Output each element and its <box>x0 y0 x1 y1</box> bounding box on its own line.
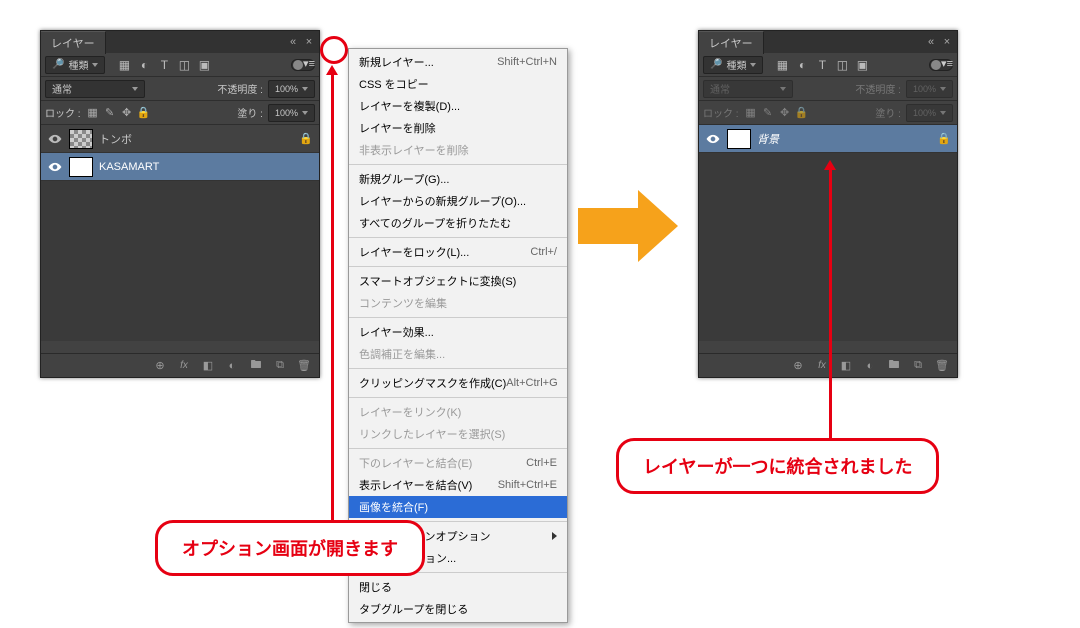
filter-shape-icon[interactable]: ◫ <box>176 57 192 73</box>
menu-item[interactable]: 表示レイヤーを結合(V)Shift+Ctrl+E <box>349 474 567 496</box>
opacity-input: 100% <box>906 80 953 98</box>
menu-item[interactable]: すべてのグループを折りたたむ <box>349 212 567 234</box>
opacity-label: 不透明度 : <box>217 81 263 96</box>
menu-item[interactable]: タブグループを閉じる <box>349 598 567 620</box>
visibility-icon[interactable] <box>47 131 63 147</box>
filter-icons[interactable]: ▦ ◐ T ◫ ▣ <box>116 57 212 73</box>
adjustment-icon[interactable]: ◐ <box>861 360 879 372</box>
mask-icon[interactable]: ◧ <box>199 359 217 372</box>
collapse-icon[interactable]: « <box>925 36 937 48</box>
filter-smart-icon[interactable]: ▣ <box>854 57 870 73</box>
filter-smart-icon[interactable]: ▣ <box>196 57 212 73</box>
panel-header: レイヤー « × <box>699 31 957 53</box>
lock-image-icon[interactable]: ✎ <box>103 106 117 119</box>
panel-footer: ⊕ fx ◧ ◐ 🖿 ⧉ 🗑 <box>41 353 319 377</box>
lock-position-icon: ✥ <box>778 106 792 119</box>
menu-item: 下のレイヤーと結合(E)Ctrl+E <box>349 452 567 474</box>
menu-item: リンクしたレイヤーを選択(S) <box>349 423 567 445</box>
menu-item: コンテンツを編集 <box>349 292 567 314</box>
layer-name[interactable]: 背景 <box>757 131 779 147</box>
fill-label: 塗り : <box>875 105 901 120</box>
filter-type-icon[interactable]: T <box>156 57 172 73</box>
menu-item[interactable]: 新規グループ(G)... <box>349 168 567 190</box>
layer-row[interactable]: トンボ 🔒 <box>41 125 319 153</box>
filter-type-icon[interactable]: T <box>814 57 830 73</box>
menu-item[interactable]: レイヤーからの新規グループ(O)... <box>349 190 567 212</box>
menu-item[interactable]: スマートオブジェクトに変換(S) <box>349 270 567 292</box>
layer-name[interactable]: トンボ <box>99 131 132 147</box>
trash-icon[interactable]: 🗑 <box>295 359 313 372</box>
visibility-icon[interactable] <box>705 131 721 147</box>
panel-options-icon[interactable]: ▾≡ <box>303 57 315 70</box>
fill-input: 100% <box>906 104 953 122</box>
menu-item[interactable]: レイヤー効果... <box>349 321 567 343</box>
adjustment-icon[interactable]: ◐ <box>223 360 241 372</box>
menu-item: 非表示レイヤーを削除 <box>349 139 567 161</box>
lock-all-icon: 🔒 <box>795 106 809 119</box>
menu-item[interactable]: 画像を統合(F) <box>349 496 567 518</box>
fx-icon[interactable]: fx <box>175 360 193 371</box>
menu-item[interactable]: レイヤーをロック(L)...Ctrl+/ <box>349 241 567 263</box>
filter-adjust-icon[interactable]: ◐ <box>794 57 810 73</box>
new-layer-icon[interactable]: ⧉ <box>271 359 289 372</box>
callout-circle <box>320 36 348 64</box>
lock-transparency-icon[interactable]: ▦ <box>86 106 100 119</box>
tab-layers[interactable]: レイヤー <box>41 31 106 54</box>
new-layer-icon[interactable]: ⧉ <box>909 359 927 372</box>
menu-item[interactable]: 閉じる <box>349 576 567 598</box>
callout-right: レイヤーが一つに統合されました <box>616 438 939 494</box>
lock-icon: 🔒 <box>299 132 313 145</box>
menu-item[interactable]: レイヤーを削除 <box>349 117 567 139</box>
menu-item[interactable]: 新規レイヤー...Shift+Ctrl+N <box>349 51 567 73</box>
menu-item[interactable]: クリッピングマスクを作成(C)Alt+Ctrl+G <box>349 372 567 394</box>
filter-pixel-icon[interactable]: ▦ <box>116 57 132 73</box>
link-icon[interactable]: ⊕ <box>151 359 169 372</box>
menu-item[interactable]: レイヤーを複製(D)... <box>349 95 567 117</box>
group-icon[interactable]: 🖿 <box>885 356 903 375</box>
tab-layers[interactable]: レイヤー <box>699 31 764 54</box>
mask-icon[interactable]: ◧ <box>837 359 855 372</box>
layer-thumbnail[interactable] <box>69 129 93 149</box>
blend-mode-select: 通常 <box>703 80 793 98</box>
filter-pixel-icon[interactable]: ▦ <box>774 57 790 73</box>
layer-thumbnail[interactable] <box>69 157 93 177</box>
lock-position-icon[interactable]: ✥ <box>120 106 134 119</box>
trash-icon[interactable]: 🗑 <box>933 359 951 372</box>
filter-adjust-icon[interactable]: ◐ <box>136 57 152 73</box>
opacity-input[interactable]: 100% <box>268 80 315 98</box>
visibility-icon[interactable] <box>47 159 63 175</box>
filter-type-select[interactable]: 🔎種類 <box>45 56 105 74</box>
lock-all-icon[interactable]: 🔒 <box>137 106 151 119</box>
menu-item: レイヤーをリンク(K) <box>349 401 567 423</box>
layer-row[interactable]: 背景 🔒 <box>699 125 957 153</box>
menu-item: 色調補正を編集... <box>349 343 567 365</box>
filter-shape-icon[interactable]: ◫ <box>834 57 850 73</box>
lock-label: ロック : <box>45 105 81 120</box>
transition-arrow-icon <box>578 190 678 262</box>
callout-left: オプション画面が開きます <box>155 520 425 576</box>
callout-arrow <box>328 65 338 520</box>
lock-icon: 🔒 <box>937 132 951 145</box>
callout-arrow <box>826 160 836 445</box>
menu-item[interactable]: CSS をコピー <box>349 73 567 95</box>
lock-transparency-icon: ▦ <box>744 106 758 119</box>
fill-input[interactable]: 100% <box>268 104 315 122</box>
close-icon[interactable]: × <box>941 36 953 48</box>
lock-label: ロック : <box>703 105 739 120</box>
layer-name[interactable]: KASAMART <box>99 161 159 173</box>
collapse-icon[interactable]: « <box>287 36 299 48</box>
blend-mode-select[interactable]: 通常 <box>45 80 145 98</box>
filter-icons[interactable]: ▦ ◐ T ◫ ▣ <box>774 57 870 73</box>
group-icon[interactable]: 🖿 <box>247 356 265 375</box>
layer-thumbnail[interactable] <box>727 129 751 149</box>
layer-row[interactable]: KASAMART <box>41 153 319 181</box>
lock-image-icon: ✎ <box>761 106 775 119</box>
close-icon[interactable]: × <box>303 36 315 48</box>
opacity-label: 不透明度 : <box>855 81 901 96</box>
fill-label: 塗り : <box>237 105 263 120</box>
filter-type-select[interactable]: 🔎種類 <box>703 56 763 74</box>
panel-header: レイヤー « × <box>41 31 319 53</box>
link-icon[interactable]: ⊕ <box>789 359 807 372</box>
panel-options-icon[interactable]: ▾≡ <box>941 57 953 70</box>
